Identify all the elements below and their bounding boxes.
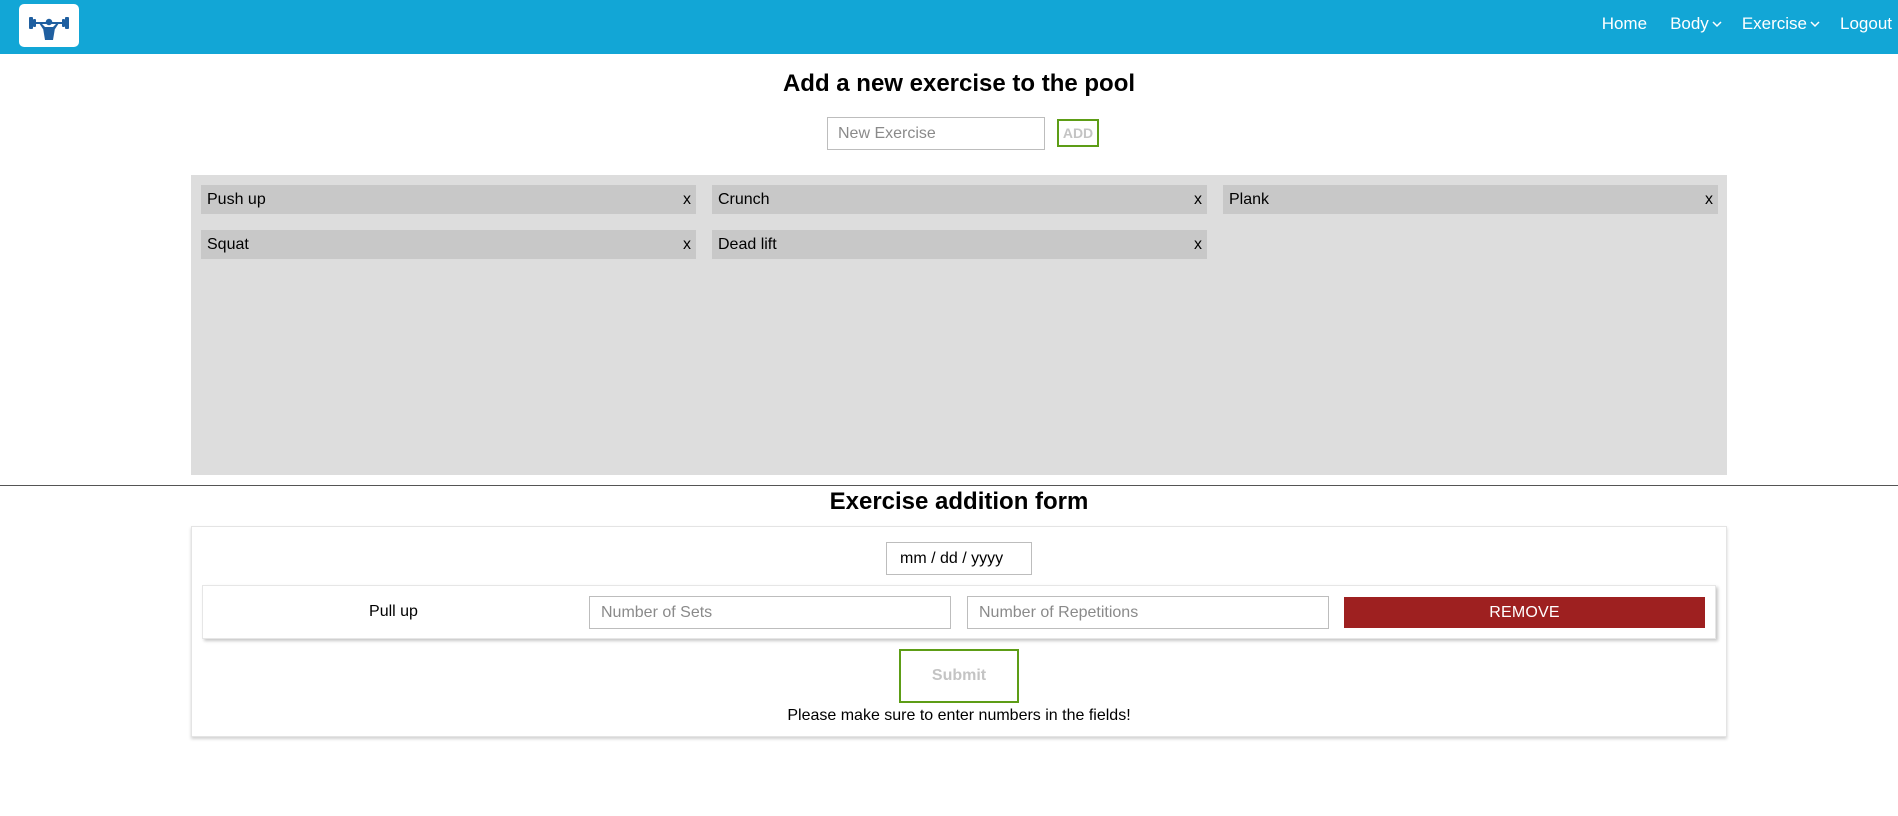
pool-item-remove-button[interactable]: x	[683, 191, 691, 209]
weightlifter-icon	[29, 17, 69, 40]
submit-button[interactable]: Submit	[899, 649, 1019, 703]
exercise-entry-name: Pull up	[369, 603, 418, 620]
pool-item-remove-button[interactable]: x	[683, 236, 691, 254]
pool-item-remove-button[interactable]: x	[1194, 191, 1202, 209]
chevron-down-icon	[1810, 21, 1820, 28]
nav-logout-label: Logout	[1840, 14, 1892, 33]
nav-exercise-dropdown[interactable]: Exercise	[1742, 14, 1820, 34]
form-title: Exercise addition form	[829, 488, 1089, 515]
nav-logout-link[interactable]: Logout	[1840, 14, 1892, 34]
nav-home-link[interactable]: Home	[1602, 14, 1647, 34]
section-divider	[0, 485, 1898, 486]
add-button[interactable]: ADD	[1057, 119, 1099, 147]
pool-item-squat: Squat x	[201, 230, 696, 259]
nav-links: Home Body Exercise Logout	[1602, 0, 1898, 48]
validation-hint: Please make sure to enter numbers in the…	[787, 707, 1131, 724]
nav-body-label: Body	[1670, 14, 1709, 33]
chevron-down-icon	[1712, 21, 1722, 28]
pool-item-label: Plank	[1229, 190, 1270, 208]
pool-item-label: Crunch	[718, 190, 770, 208]
date-input[interactable]: mm / dd / yyyy	[886, 542, 1032, 575]
repetitions-input[interactable]	[967, 596, 1329, 629]
exercise-pool: Push up x Crunch x Plank x Squat x Dead …	[191, 175, 1727, 475]
sets-input[interactable]	[589, 596, 951, 629]
pool-item-label: Push up	[207, 190, 266, 208]
pool-title: Add a new exercise to the pool	[782, 70, 1136, 97]
nav-exercise-label: Exercise	[1741, 14, 1807, 33]
logo[interactable]	[19, 4, 79, 47]
pool-item-label: Dead lift	[718, 235, 777, 253]
pool-item-label: Squat	[207, 235, 249, 253]
pool-item-plank: Plank x	[1223, 185, 1718, 214]
pool-item-dead-lift: Dead lift x	[712, 230, 1207, 259]
navbar: Home Body Exercise Logout	[0, 0, 1898, 54]
pool-item-remove-button[interactable]: x	[1194, 236, 1202, 254]
pool-item-crunch: Crunch x	[712, 185, 1207, 214]
new-exercise-input[interactable]	[827, 117, 1045, 150]
nav-body-dropdown[interactable]: Body	[1670, 14, 1722, 34]
nav-home-label: Home	[1601, 14, 1648, 33]
remove-button[interactable]: REMOVE	[1344, 597, 1705, 628]
pool-item-remove-button[interactable]: x	[1705, 191, 1713, 209]
pool-item-push-up: Push up x	[201, 185, 696, 214]
